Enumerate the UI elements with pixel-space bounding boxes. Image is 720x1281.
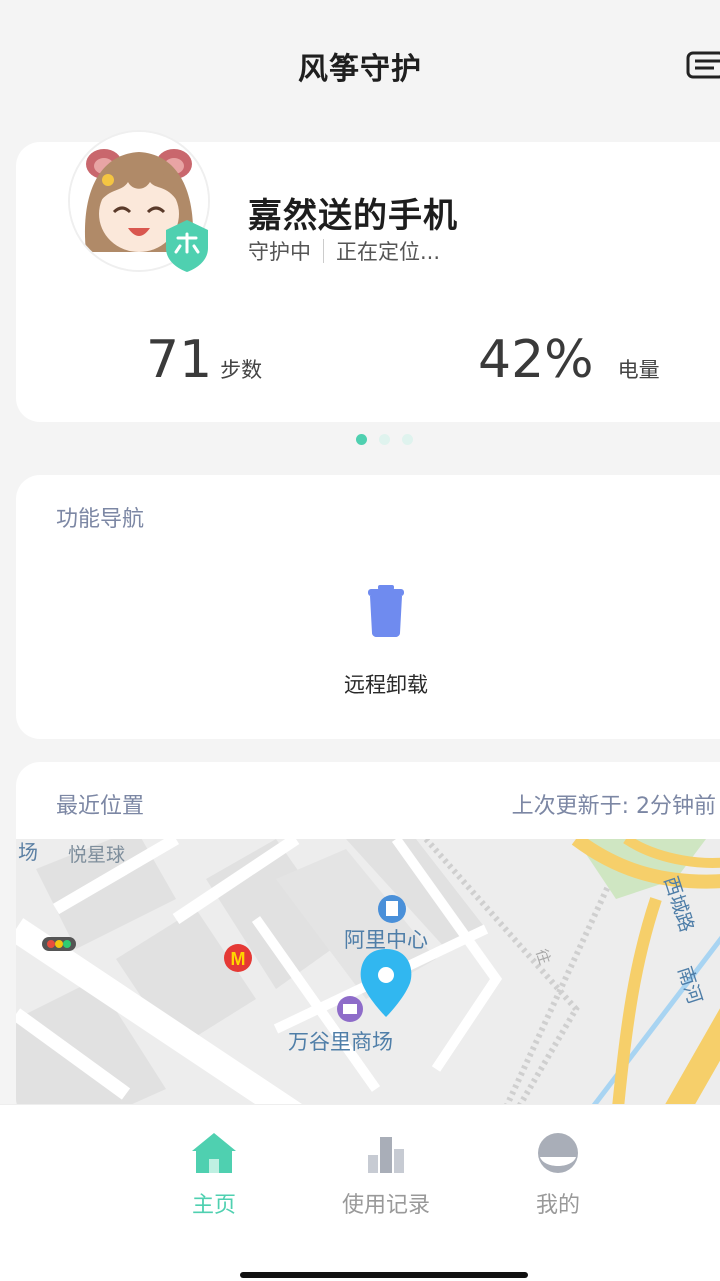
remote-uninstall-button[interactable]: 远程卸载 xyxy=(336,585,436,699)
location-map[interactable]: M 场 悦星球 阿里中心 万谷里商场 西城路 南河 往 xyxy=(16,829,720,1122)
battery-unit: 电量 xyxy=(617,358,660,382)
device-name: 嘉然送的手机 xyxy=(248,196,458,236)
tab-usage-records[interactable]: 使用记录 xyxy=(316,1129,456,1219)
profile-icon xyxy=(538,1133,578,1173)
function-nav-card: 功能导航 远程卸载 xyxy=(16,475,720,739)
section-title: 功能导航 xyxy=(56,507,145,532)
steps-unit: 步数 xyxy=(220,358,263,382)
last-updated-text: 上次更新于: 2分钟前 xyxy=(511,794,716,819)
battery-value: 42% xyxy=(478,330,594,390)
status-divider xyxy=(323,239,324,263)
device-card[interactable]: 嘉然送的手机 守护中 正在定位... 71 步数 42% 电量 xyxy=(16,130,720,422)
tab-label: 我的 xyxy=(535,1193,580,1218)
map-label: 悦星球 xyxy=(68,844,125,866)
tab-label: 使用记录 xyxy=(341,1193,430,1218)
bar-chart-icon xyxy=(368,1137,404,1173)
map-label: 场 xyxy=(18,840,38,864)
tab-label: 主页 xyxy=(191,1193,236,1218)
guard-badge-icon xyxy=(162,218,212,274)
tab-home[interactable]: 主页 xyxy=(144,1129,284,1219)
carousel-indicator xyxy=(356,434,413,445)
guard-status: 守护中 xyxy=(248,240,311,264)
map-label: 万谷里商场 xyxy=(288,1030,393,1054)
home-icon xyxy=(192,1133,236,1173)
svg-text:M: M xyxy=(231,949,246,969)
menu-icon[interactable] xyxy=(684,44,720,84)
steps-stat: 71 步数 xyxy=(146,330,262,390)
remote-uninstall-label: 远程卸载 xyxy=(344,673,428,697)
page-title: 风筝守护 xyxy=(298,52,422,87)
battery-stat: 42% 电量 xyxy=(478,330,660,390)
carousel-dot[interactable] xyxy=(402,434,413,445)
device-status: 守护中 正在定位... xyxy=(248,236,440,266)
steps-value: 71 xyxy=(146,330,213,390)
carousel-dot[interactable] xyxy=(356,434,367,445)
app-header: 风筝守护 xyxy=(0,0,720,130)
recent-location-card[interactable]: 最近位置 上次更新于: 2分钟前 M 场 悦星球 阿里中心 万谷里商场 西城路 … xyxy=(16,762,720,1122)
section-title: 最近位置 xyxy=(56,794,145,819)
home-indicator xyxy=(240,1272,528,1278)
bottom-tab-bar: 主页 使用记录 我的 xyxy=(0,1104,720,1281)
trash-icon xyxy=(368,585,404,637)
map-label: 阿里中心 xyxy=(344,928,428,952)
carousel-dot[interactable] xyxy=(379,434,390,445)
tab-mine[interactable]: 我的 xyxy=(488,1129,628,1219)
location-status: 正在定位... xyxy=(336,240,441,264)
